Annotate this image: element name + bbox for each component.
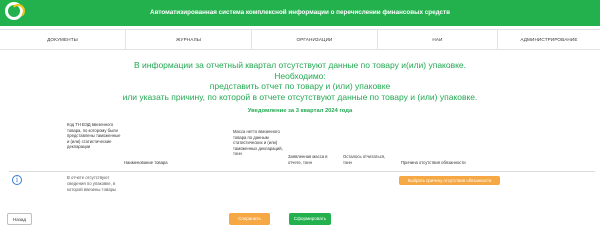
select-reason-button[interactable]: Выбрать причину отсутствия обязанности [399,176,500,185]
message-line-1: В информации за отчетный квартал отсутст… [133,60,467,70]
column-header-product-name: Наименование товара [124,160,168,165]
message-line-3: представить отчет по товару и (или) упак… [209,81,391,91]
message-line-4: или указать причину, по которой в отчете… [122,91,478,102]
back-button[interactable]: Назад [7,213,32,225]
row-description: В отчете отсутствуют сведения по упаковк… [67,175,117,192]
column-header-tnved-code: Код ТН ВЭД ввезенного товара, по котором… [67,122,121,150]
message-line-2: Необходимо: [274,70,326,81]
app-header: Автоматизированная система комплексной и… [0,0,600,26]
missing-data-message: В информации за отчетный квартал отсутст… [0,60,600,102]
nav-item-organizations[interactable]: ОРГАНИЗАЦИИ [252,30,378,49]
column-header-reason: Причина отсутствия обязанности [401,160,466,165]
column-header-declared-mass: Заявленная масса в отчете, тонн [288,154,328,165]
info-icon[interactable]: i [12,175,22,185]
notice-title: Уведомление за 3 квартал 2024 года [247,108,353,114]
generate-button[interactable]: Сформировать [289,213,331,225]
column-header-remaining-mass: Осталось отчитаться, тонн [343,154,386,165]
nav-item-documents[interactable]: ДОКУМЕНТЫ [0,30,126,49]
table-header-divider [9,171,595,172]
nav-item-nai[interactable]: НАИ [378,30,498,49]
column-header-net-mass: Масса нетто ввезенного товара по данным … [233,129,283,157]
save-button[interactable]: Сохранить [229,213,270,225]
nav-item-journals[interactable]: ЖУРНАЛЫ [126,30,252,49]
nav-item-administration[interactable]: АДМИНИСТРИРОВАНИЕ [498,30,600,49]
main-nav: ДОКУМЕНТЫ ЖУРНАЛЫ ОРГАНИЗАЦИИ НАИ АДМИНИ… [0,29,600,50]
app-title: Автоматизированная система комплексной и… [150,9,450,16]
